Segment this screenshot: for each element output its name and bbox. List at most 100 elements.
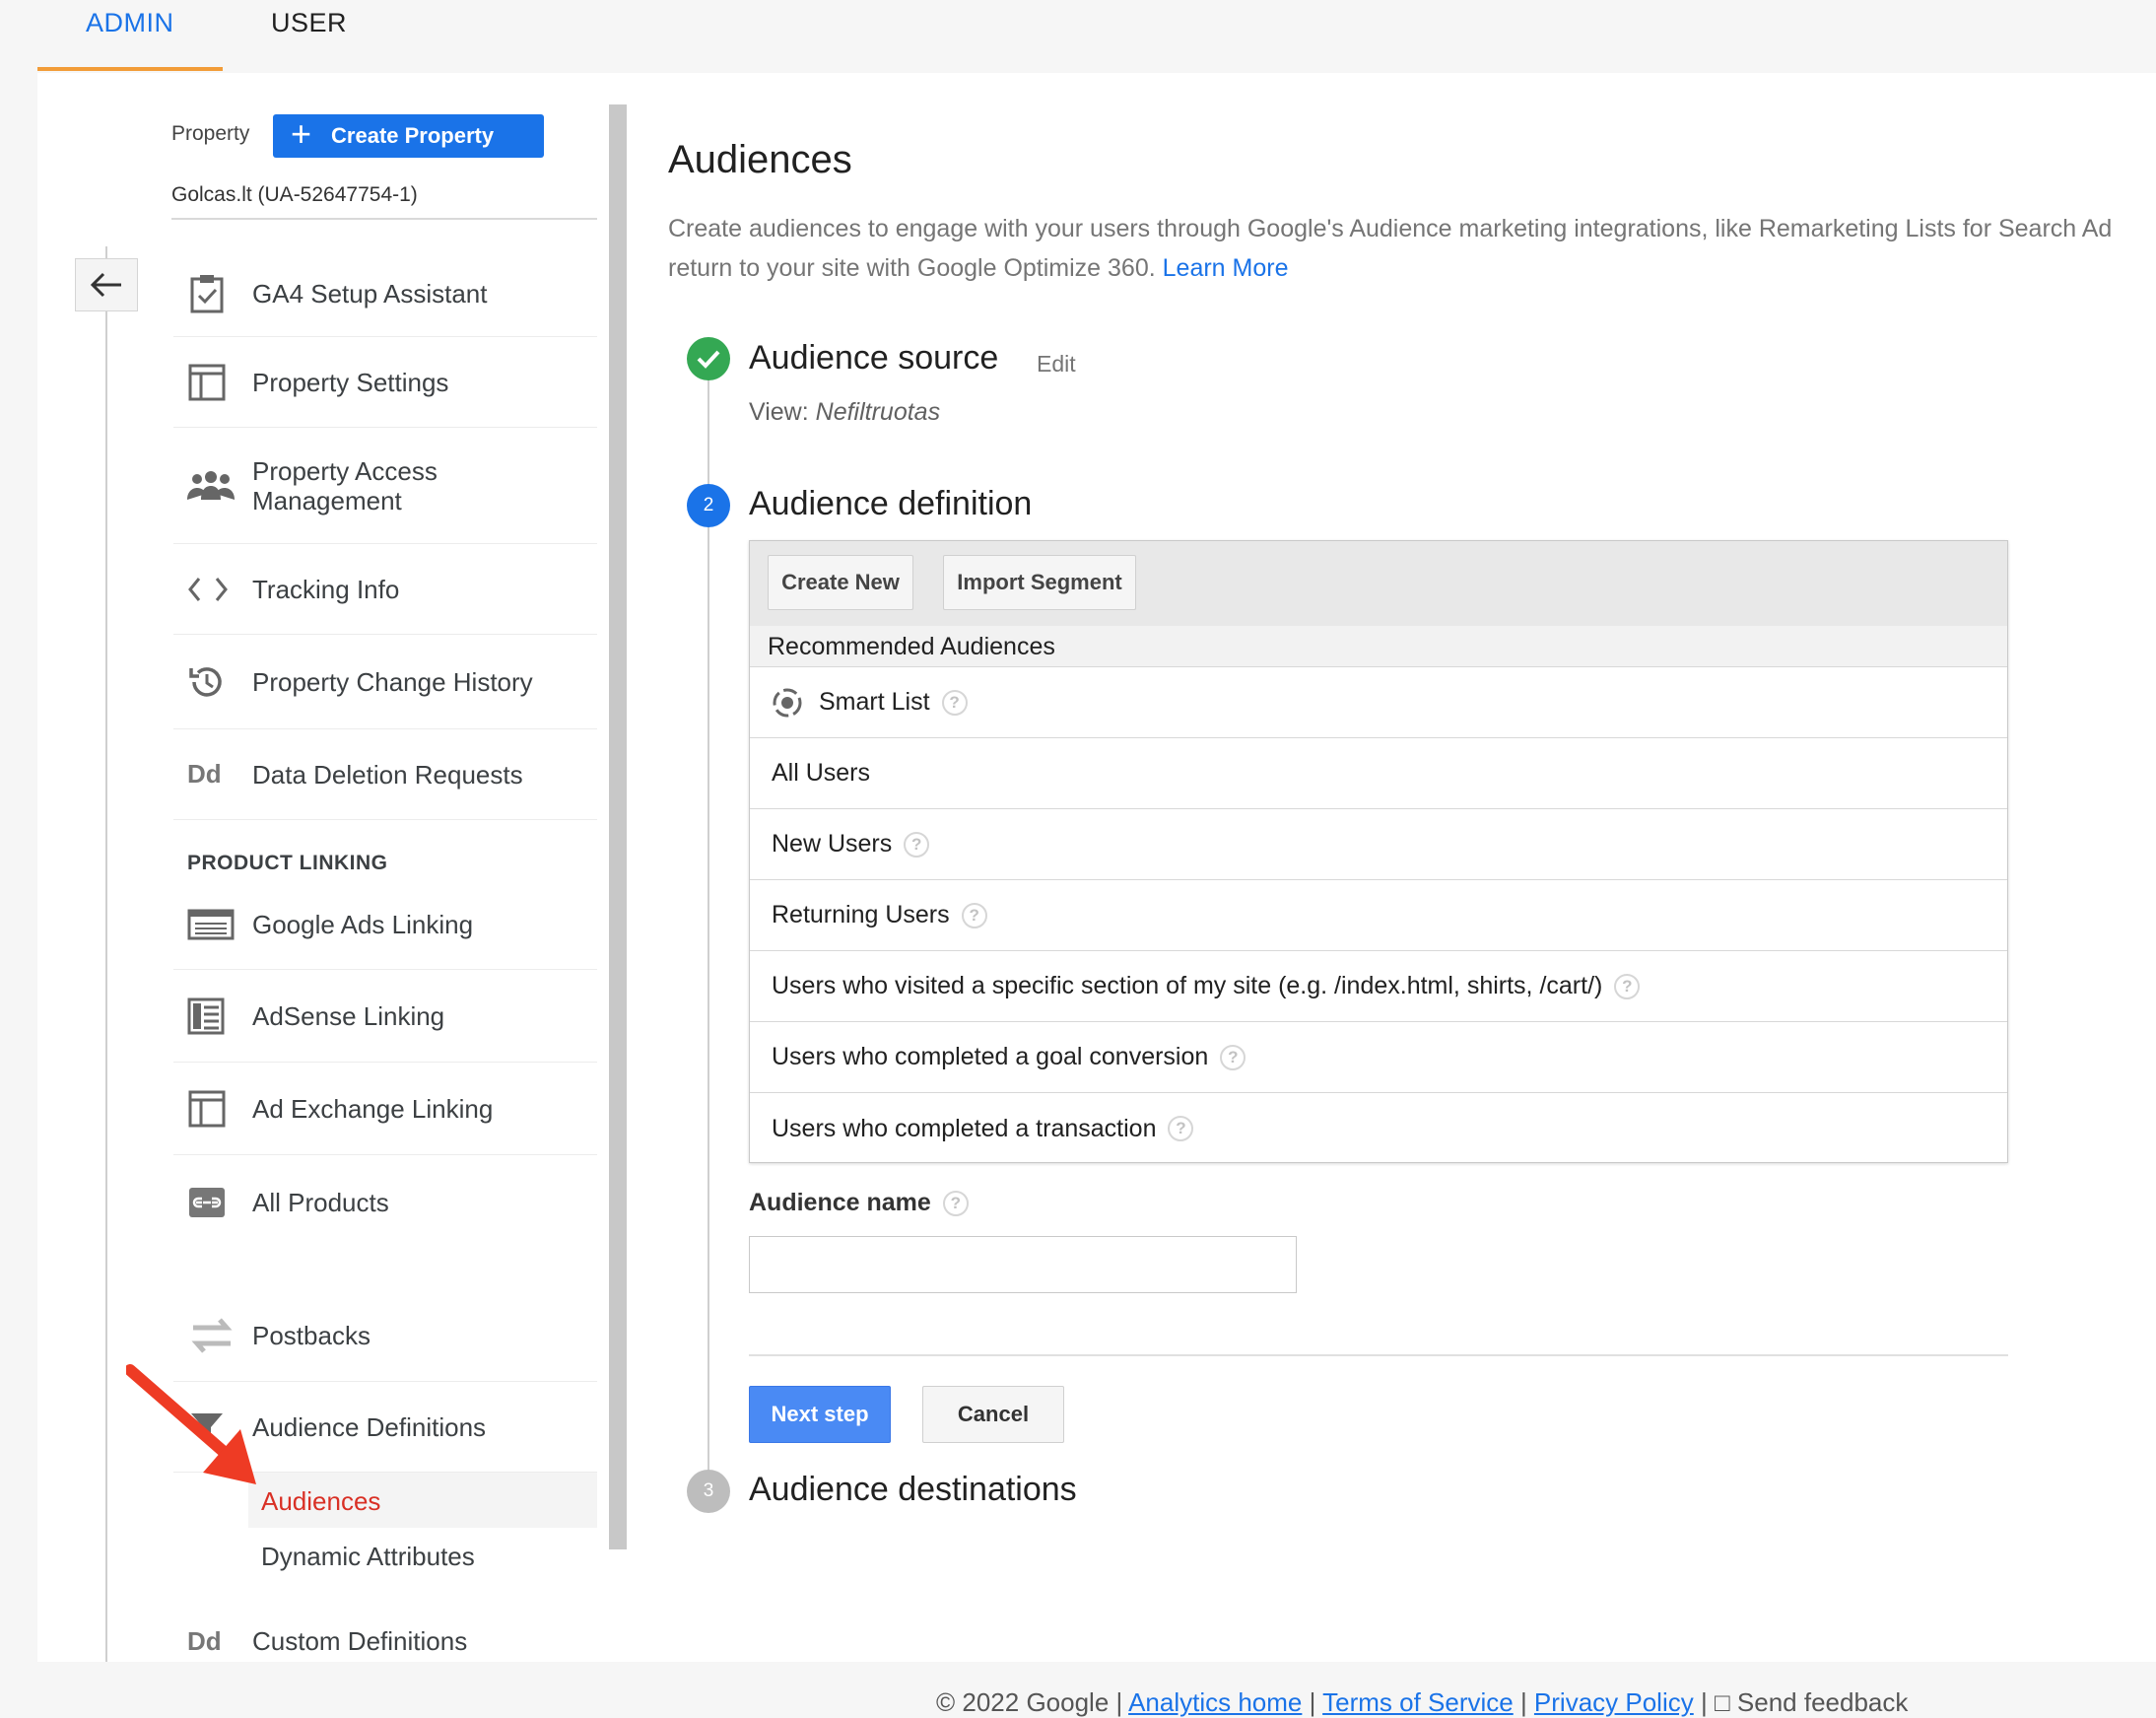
audience-option-label: New Users (772, 830, 893, 858)
cancel-button[interactable]: Cancel (922, 1386, 1064, 1443)
clipboard-check-icon (173, 273, 252, 314)
audience-option-visited-section[interactable]: Users who visited a specific section of … (750, 951, 2007, 1022)
divider (749, 1354, 2008, 1356)
sidebar-subitem-dynamic-attributes[interactable]: Dynamic Attributes (261, 1542, 475, 1572)
sidebar-item-ga4-setup[interactable]: GA4 Setup Assistant (173, 250, 597, 337)
help-icon[interactable]: ? (961, 902, 987, 928)
step-title-audience-destinations[interactable]: Audience destinations (749, 1471, 1077, 1509)
help-icon[interactable]: ? (904, 831, 930, 858)
sidebar-item-label: Property Settings (252, 367, 449, 397)
audience-option-label: Returning Users (772, 901, 950, 928)
sidebar-item-label: Postbacks (252, 1320, 371, 1350)
next-step-button[interactable]: Next step (749, 1386, 891, 1443)
audience-option-label: Smart List (819, 688, 930, 716)
audience-option-label: Users who visited a specific section of … (772, 972, 1603, 999)
sidebar-item-label: AdSense Linking (252, 1000, 445, 1031)
footer-link-privacy[interactable]: Privacy Policy (1534, 1687, 1694, 1717)
layout-icon (173, 363, 252, 402)
edit-link[interactable]: Edit (1037, 351, 1076, 378)
help-icon[interactable]: ? (1220, 1044, 1246, 1070)
description-line-2: return to your site with Google Optimize… (668, 248, 2156, 288)
stepper-line (707, 365, 709, 1488)
dd-icon: Dd (187, 759, 222, 789)
sidebar-item-custom-definitions[interactable]: Dd Custom Definitions (173, 1597, 597, 1685)
property-selector[interactable]: Golcas.lt (UA-52647754-1) (171, 183, 418, 207)
footer-link-terms[interactable]: Terms of Service (1322, 1687, 1514, 1717)
view-info: View: Nefiltruotas (749, 398, 940, 427)
sidebar-item-google-ads-linking[interactable]: Google Ads Linking (173, 879, 597, 970)
audience-definition-box: Create New Import Segment Recommended Au… (749, 540, 2008, 1163)
layout-icon (173, 1089, 252, 1129)
help-icon[interactable]: ? (1168, 1116, 1194, 1141)
audience-option-smart-list[interactable]: Smart List? (750, 667, 2007, 738)
back-button[interactable] (75, 258, 138, 311)
sidebar-item-data-deletion[interactable]: Dd Data Deletion Requests (173, 729, 597, 820)
adsense-icon (173, 997, 252, 1035)
feedback-icon: □ (1714, 1687, 1730, 1717)
sidebar-item-all-products[interactable]: All Products (173, 1155, 597, 1250)
active-tab-indicator (37, 67, 223, 71)
arrow-left-icon (90, 272, 121, 298)
sidebar-scrollbar[interactable] (609, 104, 627, 1549)
audience-option-transaction[interactable]: Users who completed a transaction? (750, 1093, 2007, 1164)
send-feedback-link[interactable]: Send feedback (1737, 1687, 1908, 1717)
create-new-button[interactable]: Create New (768, 555, 913, 610)
annotation-arrow-icon (126, 1364, 256, 1484)
history-icon (173, 662, 252, 702)
sidebar-item-ad-exchange-linking[interactable]: Ad Exchange Linking (173, 1063, 597, 1155)
learn-more-link[interactable]: Learn More (1163, 254, 1289, 282)
plus-icon: + (291, 113, 312, 154)
section-heading-product-linking: PRODUCT LINKING (187, 852, 388, 874)
audience-option-goal-conversion[interactable]: Users who completed a goal conversion? (750, 1022, 2007, 1093)
copyright-text: © 2022 Google | (936, 1687, 1123, 1717)
recommended-audiences-header: Recommended Audiences (750, 626, 2007, 667)
tab-admin[interactable]: ADMIN (86, 8, 174, 38)
create-property-button[interactable]: + Create Property (273, 114, 544, 158)
sidebar-item-label: Data Deletion Requests (252, 759, 523, 790)
ads-icon (173, 909, 252, 940)
code-icon (173, 575, 252, 604)
audience-option-new-users[interactable]: New Users? (750, 809, 2007, 880)
view-name: Nefiltruotas (815, 398, 941, 426)
sidebar-item-label: Property Change History (252, 666, 533, 697)
sidebar-item-label: Tracking Info (252, 574, 400, 604)
create-property-label: Create Property (331, 123, 495, 148)
sidebar-item-label: Ad Exchange Linking (252, 1093, 494, 1124)
help-icon[interactable]: ? (942, 1190, 969, 1216)
footer-link-analytics-home[interactable]: Analytics home (1128, 1687, 1302, 1717)
sidebar-item-label: All Products (252, 1188, 389, 1217)
sidebar-item-property-access[interactable]: Property Access Management (173, 428, 597, 544)
audience-option-label: All Users (772, 759, 871, 787)
sidebar-subitem-audiences[interactable]: Audiences (261, 1486, 380, 1517)
sidebar-item-change-history[interactable]: Property Change History (173, 635, 597, 729)
link-icon (173, 1186, 252, 1219)
step-number-badge: 2 (687, 484, 730, 527)
smart-list-icon (773, 688, 802, 717)
sidebar-item-property-settings[interactable]: Property Settings (173, 337, 597, 428)
admin-tabs: ADMIN USER (0, 0, 2156, 73)
audience-option-returning-users[interactable]: Returning Users? (750, 880, 2007, 951)
audience-option-all-users[interactable]: All Users (750, 738, 2007, 809)
import-segment-button[interactable]: Import Segment (943, 555, 1136, 610)
audience-name-input[interactable] (749, 1236, 1297, 1293)
footer: © 2022 Google | Analytics home | Terms o… (936, 1687, 1909, 1717)
tab-user[interactable]: USER (271, 8, 347, 38)
sidebar-item-label: GA4 Setup Assistant (252, 278, 488, 309)
sidebar-item-label: Audience Definitions (252, 1411, 487, 1442)
divider (171, 218, 597, 220)
step-number-badge: 3 (687, 1470, 730, 1513)
page-description: Create audiences to engage with your use… (668, 209, 2156, 288)
sidebar-item-adsense-linking[interactable]: AdSense Linking (173, 970, 597, 1063)
help-icon[interactable]: ? (1614, 973, 1641, 999)
step-title-audience-source: Audience source (749, 339, 999, 377)
help-icon[interactable]: ? (941, 689, 968, 716)
dd-icon: Dd (187, 1625, 222, 1656)
sidebar-item-label: Custom Definitions (252, 1626, 468, 1656)
sidebar-item-tracking-info[interactable]: Tracking Info (173, 544, 597, 635)
people-icon (173, 470, 252, 502)
audience-name-label: Audience name? (749, 1189, 969, 1217)
audience-name-label-text: Audience name (749, 1189, 931, 1216)
description-text: return to your site with Google Optimize… (668, 254, 1156, 282)
view-label: View: (749, 398, 809, 426)
page-title: Audiences (668, 138, 852, 181)
